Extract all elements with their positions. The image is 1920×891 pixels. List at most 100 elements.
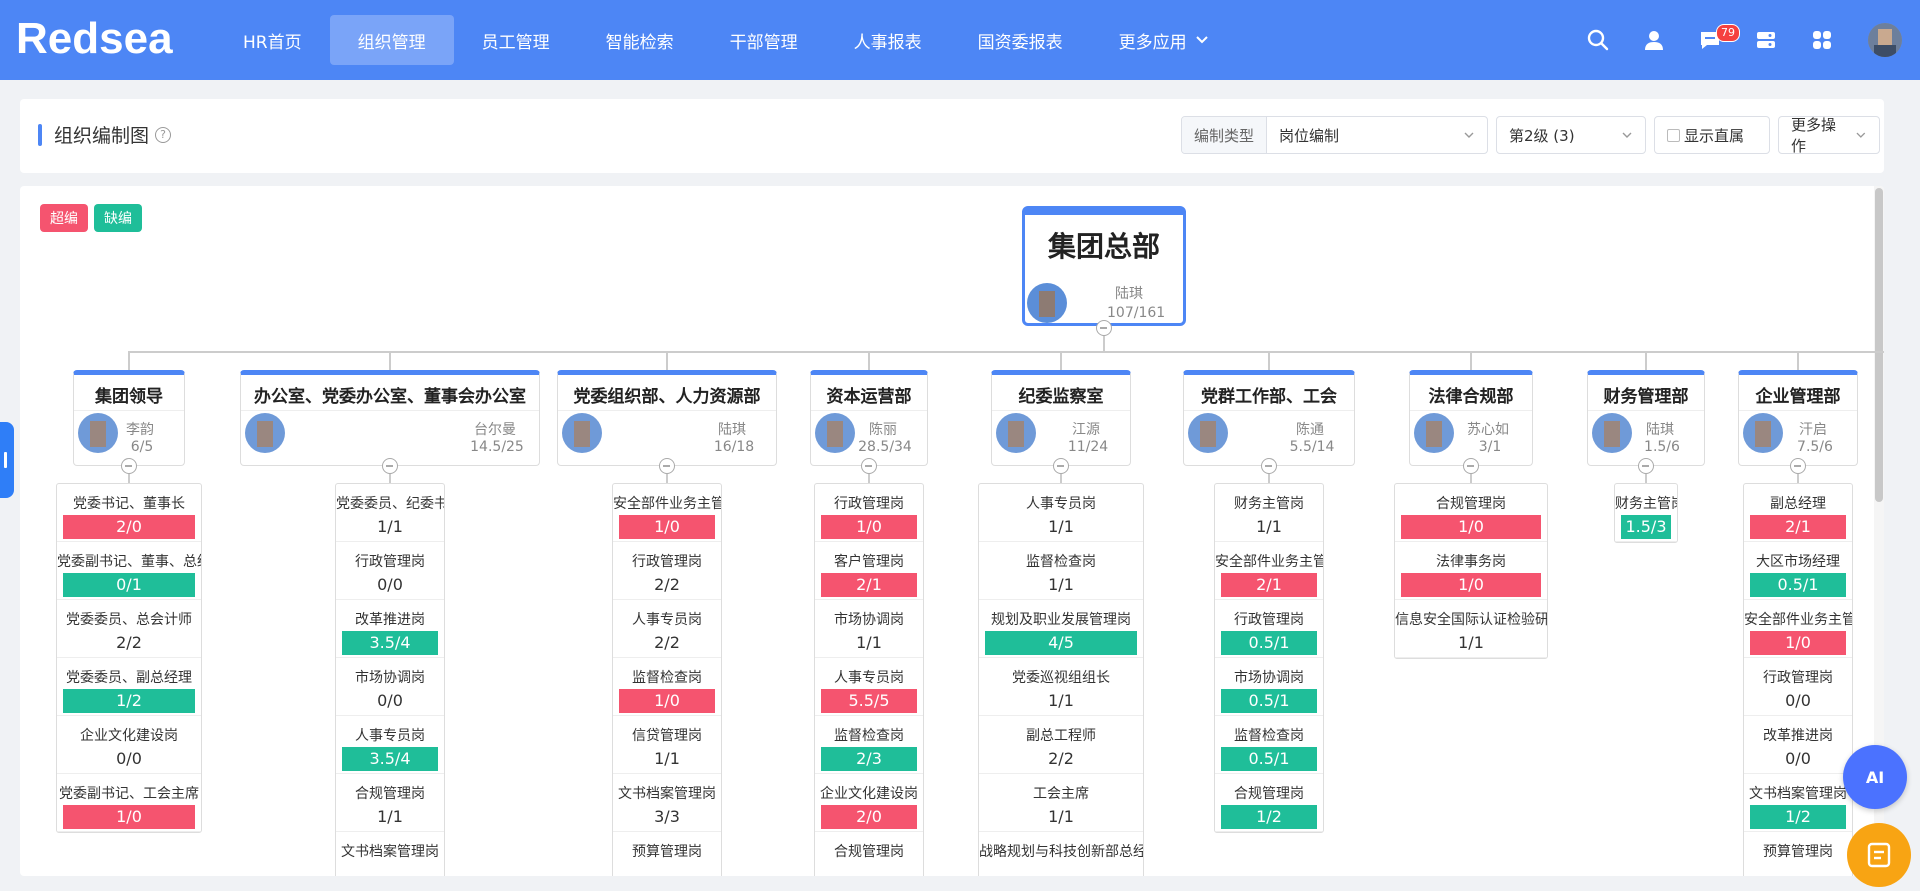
dept-collapse-toggle[interactable] (121, 458, 137, 474)
position-row[interactable]: 改革推进岗 0/0 (1744, 716, 1852, 774)
position-row[interactable]: 工会主席 1/1 (979, 774, 1143, 832)
server-icon[interactable] (1738, 0, 1794, 80)
position-row[interactable]: 安全部件业务主管岗 1/0 (1744, 600, 1852, 658)
dept-collapse-toggle[interactable] (1053, 458, 1069, 474)
position-row[interactable]: 企业文化建设岗 0/0 (57, 716, 201, 774)
root-collapse-toggle[interactable] (1096, 320, 1112, 336)
root-node[interactable]: 集团总部 陆琪 107/161 (1022, 206, 1186, 326)
dept-collapse-toggle[interactable] (1638, 458, 1654, 474)
help-icon[interactable]: ? (155, 126, 172, 143)
scrollbar-thumb[interactable] (1875, 188, 1883, 502)
nav-item-1[interactable]: 组织管理 (329, 15, 454, 65)
position-row[interactable]: 合规管理岗 1/1 (336, 774, 444, 832)
position-row[interactable]: 人事专员岗 1/1 (979, 484, 1143, 542)
nav-item-0[interactable]: HR首页 (215, 15, 330, 65)
position-row[interactable]: 预算管理岗 (613, 832, 721, 876)
position-row[interactable]: 党委委员、总会计师 2/2 (57, 600, 201, 658)
dept-node[interactable]: 集团领导 李韵 6/5 (73, 370, 185, 466)
dept-node[interactable]: 企业管理部 汗启 7.5/6 (1738, 370, 1858, 466)
position-row[interactable]: 预算管理岗 (1744, 832, 1852, 876)
dept-collapse-toggle[interactable] (1790, 458, 1806, 474)
dept-collapse-toggle[interactable] (861, 458, 877, 474)
position-row[interactable]: 规划及职业发展管理岗 4/5 (979, 600, 1143, 658)
position-row[interactable]: 党委巡视组组长 1/1 (979, 658, 1143, 716)
nav-item-7[interactable]: 更多应用 (1091, 15, 1237, 65)
staffing-type-select[interactable]: 编制类型 岗位编制 (1180, 116, 1488, 154)
level-select[interactable]: 第2级 (3) (1496, 116, 1646, 154)
position-row[interactable]: 合规管理岗 (815, 832, 923, 876)
position-row[interactable]: 监督检查岗 2/3 (815, 716, 923, 774)
position-row[interactable]: 党委委员、副总经理 1/2 (57, 658, 201, 716)
side-drawer-toggle[interactable] (0, 422, 14, 498)
position-row[interactable]: 党委副书记、工会主席 1/0 (57, 774, 201, 832)
staffing-type-value[interactable]: 岗位编制 (1267, 117, 1487, 153)
ai-assistant-icon[interactable]: AI (1843, 745, 1907, 809)
position-value: 1/2 (63, 689, 195, 713)
position-row[interactable]: 行政管理岗 1/0 (815, 484, 923, 542)
position-row[interactable]: 副总经理 2/1 (1744, 484, 1852, 542)
position-row[interactable]: 市场协调岗 0/0 (336, 658, 444, 716)
position-row[interactable]: 市场协调岗 1/1 (815, 600, 923, 658)
dept-node[interactable]: 党群工作部、工会 陈通 5.5/14 (1183, 370, 1355, 466)
user-avatar[interactable] (1850, 0, 1920, 80)
position-row[interactable]: 党委书记、董事长 2/0 (57, 484, 201, 542)
position-row[interactable]: 人事专员岗 5.5/5 (815, 658, 923, 716)
dept-node[interactable]: 财务管理部 陆琪 1.5/6 (1587, 370, 1705, 466)
position-row[interactable]: 信贷管理岗 1/1 (613, 716, 721, 774)
dept-connector (1268, 351, 1270, 371)
position-row[interactable]: 监督检查岗 1/0 (613, 658, 721, 716)
position-row[interactable]: 人事专员岗 2/2 (613, 600, 721, 658)
position-row[interactable]: 文书档案管理岗 (336, 832, 444, 876)
position-row[interactable]: 行政管理岗 0/0 (1744, 658, 1852, 716)
chevron-down-icon (1464, 132, 1474, 138)
position-row[interactable]: 监督检查岗 1/1 (979, 542, 1143, 600)
notebook-icon[interactable] (1847, 823, 1911, 887)
position-row[interactable]: 党委委员、纪委书记 1/1 (336, 484, 444, 542)
position-row[interactable]: 副总工程师 2/2 (979, 716, 1143, 774)
logo[interactable]: Redsea (16, 14, 173, 63)
dept-collapse-toggle[interactable] (1463, 458, 1479, 474)
position-row[interactable]: 文书档案管理岗 1/2 (1744, 774, 1852, 832)
nav-item-6[interactable]: 国资委报表 (950, 15, 1091, 65)
position-row[interactable]: 安全部件业务主管岗 1/0 (613, 484, 721, 542)
nav-item-3[interactable]: 智能检索 (578, 15, 702, 65)
position-row[interactable]: 改革推进岗 3.5/4 (336, 600, 444, 658)
position-row[interactable]: 信息安全国际认证检验研究岗 1/1 (1395, 600, 1547, 658)
more-actions-button[interactable]: 更多操作 (1778, 116, 1880, 155)
position-row[interactable]: 行政管理岗 0.5/1 (1215, 600, 1323, 658)
user-icon[interactable] (1626, 0, 1682, 80)
checkbox-box[interactable] (1667, 128, 1680, 142)
nav-item-5[interactable]: 人事报表 (826, 15, 950, 65)
dept-node[interactable]: 纪委监察室 江源 11/24 (991, 370, 1131, 466)
apps-icon[interactable] (1794, 0, 1850, 80)
position-row[interactable]: 人事专员岗 3.5/4 (336, 716, 444, 774)
dept-node[interactable]: 办公室、党委办公室、董事会办公室 台尔曼 14.5/25 (240, 370, 540, 466)
position-row[interactable]: 战略规划与科技创新部总经理岗 (979, 832, 1143, 876)
dept-node[interactable]: 党委组织部、人力资源部 陆琪 16/18 (557, 370, 777, 466)
dept-node[interactable]: 资本运营部 陈丽 28.5/34 (810, 370, 928, 466)
dept-node[interactable]: 法律合规部 苏心如 3/1 (1409, 370, 1533, 466)
dept-collapse-toggle[interactable] (659, 458, 675, 474)
position-row[interactable]: 文书档案管理岗 3/3 (613, 774, 721, 832)
position-row[interactable]: 财务主管岗 1/1 (1215, 484, 1323, 542)
nav-item-2[interactable]: 员工管理 (454, 15, 578, 65)
show-direct-checkbox[interactable]: 显示直属 (1654, 116, 1770, 154)
position-row[interactable]: 法律事务岗 1/0 (1395, 542, 1547, 600)
message-icon[interactable]: 79 (1682, 0, 1740, 80)
nav-item-4[interactable]: 干部管理 (702, 15, 826, 65)
position-row[interactable]: 行政管理岗 2/2 (613, 542, 721, 600)
position-row[interactable]: 客户管理岗 2/1 (815, 542, 923, 600)
position-row[interactable]: 大区市场经理 0.5/1 (1744, 542, 1852, 600)
position-row[interactable]: 市场协调岗 0.5/1 (1215, 658, 1323, 716)
position-row[interactable]: 安全部件业务主管岗 2/1 (1215, 542, 1323, 600)
dept-collapse-toggle[interactable] (1261, 458, 1277, 474)
position-row[interactable]: 党委副书记、董事、总经理 0/1 (57, 542, 201, 600)
position-row[interactable]: 企业文化建设岗 2/0 (815, 774, 923, 832)
position-row[interactable]: 合规管理岗 1/0 (1395, 484, 1547, 542)
position-row[interactable]: 财务主管岗 1.5/3 (1615, 484, 1677, 542)
position-row[interactable]: 监督检查岗 0.5/1 (1215, 716, 1323, 774)
position-row[interactable]: 合规管理岗 1/2 (1215, 774, 1323, 832)
position-row[interactable]: 行政管理岗 0/0 (336, 542, 444, 600)
search-icon[interactable] (1570, 0, 1626, 80)
dept-collapse-toggle[interactable] (382, 458, 398, 474)
